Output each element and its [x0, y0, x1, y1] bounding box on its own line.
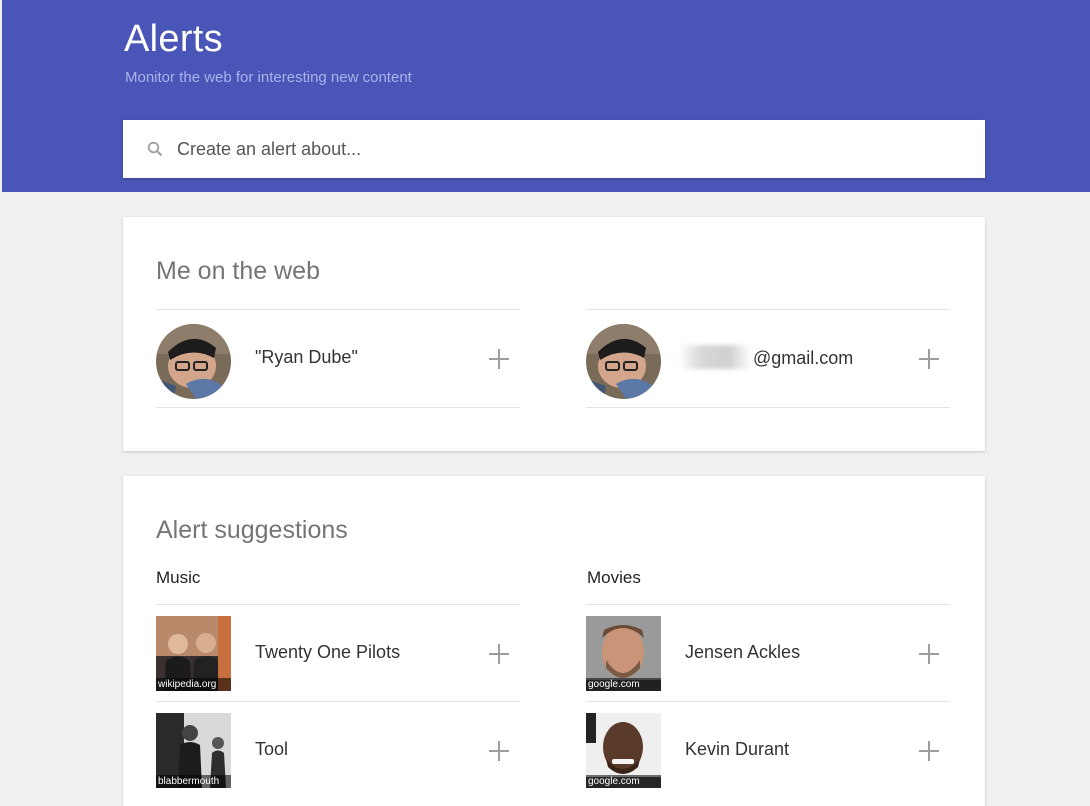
- suggestion-item: wikipedia.org Twenty One Pilots: [156, 605, 520, 702]
- me-on-web-title: Me on the web: [156, 257, 320, 285]
- add-alert-button[interactable]: [488, 348, 510, 370]
- avatar: [156, 324, 231, 399]
- avatar: [586, 324, 661, 399]
- add-alert-button[interactable]: [918, 740, 940, 762]
- add-alert-button[interactable]: [918, 643, 940, 665]
- thumbnail-image: blabbermouth: [156, 713, 231, 788]
- add-alert-button[interactable]: [488, 740, 510, 762]
- add-alert-button[interactable]: [918, 348, 940, 370]
- me-on-web-card: Me on the web "Ryan Dube" @gmail.com: [123, 217, 985, 451]
- thumbnail-image: google.com: [586, 616, 661, 691]
- search-box[interactable]: [123, 120, 985, 178]
- suggestion-item: google.com Jensen Ackles: [586, 605, 950, 702]
- thumbnail-source: blabbermouth: [156, 775, 231, 788]
- suggestion-label: Tool: [255, 739, 289, 759]
- category-heading-music: Music: [156, 568, 201, 587]
- divider: [156, 407, 520, 408]
- me-item-name: "Ryan Dube": [156, 310, 520, 407]
- suggestion-item: google.com Kevin Durant: [586, 702, 950, 799]
- search-input[interactable]: [175, 120, 965, 178]
- search-icon: [147, 141, 163, 157]
- thumbnail-source: google.com: [586, 775, 661, 788]
- thumbnail-source: wikipedia.org: [156, 678, 231, 691]
- me-item-label: @gmail.com: [679, 345, 853, 371]
- category-heading-movies: Movies: [587, 568, 641, 587]
- suggestion-label: Jensen Ackles: [685, 642, 801, 662]
- me-item-label: "Ryan Dube": [255, 347, 358, 367]
- add-alert-button[interactable]: [488, 643, 510, 665]
- alert-suggestions-card: Alert suggestions Music Movies wikipedia…: [123, 476, 985, 806]
- divider: [586, 407, 950, 408]
- suggestion-label: Kevin Durant: [685, 739, 790, 759]
- page-title: Alerts: [124, 18, 223, 60]
- suggestion-item: blabbermouth Tool: [156, 702, 520, 799]
- redacted-text: [679, 345, 751, 369]
- thumbnail-source: google.com: [586, 678, 661, 691]
- page-subtitle: Monitor the web for interesting new cont…: [125, 69, 412, 86]
- thumbnail-image: google.com: [586, 713, 661, 788]
- alert-suggestions-title: Alert suggestions: [156, 516, 348, 544]
- me-item-email: @gmail.com: [586, 310, 950, 407]
- thumbnail-image: wikipedia.org: [156, 616, 231, 691]
- suggestion-label: Twenty One Pilots: [255, 642, 401, 662]
